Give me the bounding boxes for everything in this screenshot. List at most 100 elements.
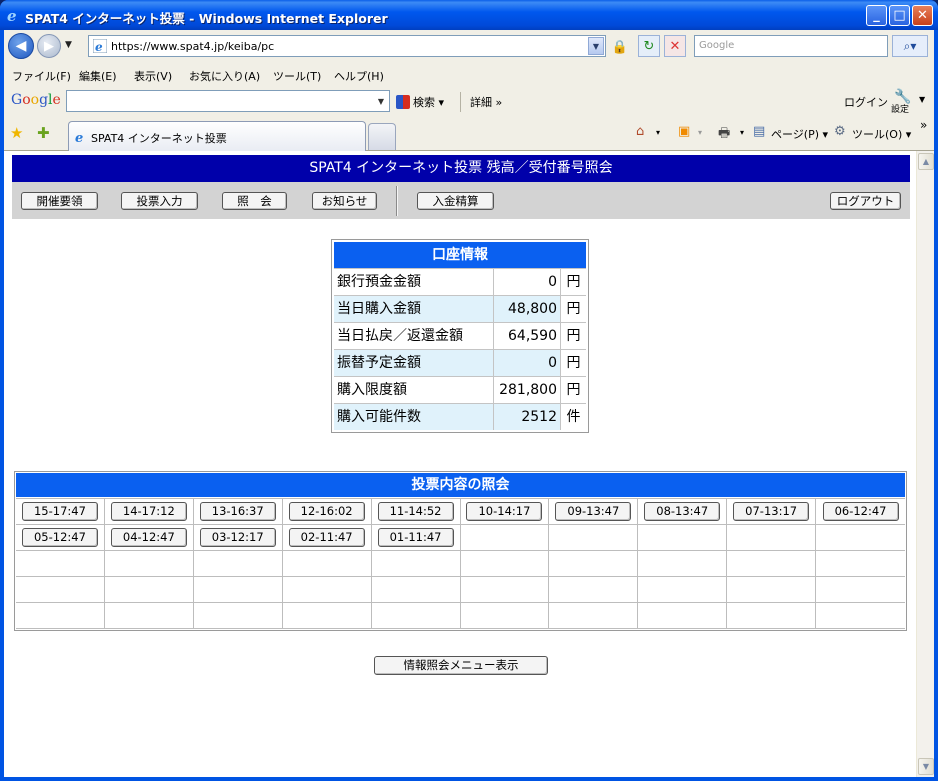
chevron-more-icon[interactable]: » [920,118,927,132]
guide-button[interactable]: 開催要領 [21,192,98,210]
feeds-icon[interactable]: ▣ [678,124,690,139]
receipt-cell [282,551,372,577]
receipt-cell [104,603,194,629]
account-row: 購入可能件数 2512 件 [334,403,586,430]
google-search-button[interactable]: 検索 ▾ [396,94,444,110]
stop-button[interactable]: ✕ [664,35,686,57]
svg-text:e: e [75,131,83,144]
inquiry-button[interactable]: 照 会 [222,192,287,210]
receipt-cell: 11-14:52 [371,499,461,525]
settings-dropdown-icon[interactable]: ▼ [919,95,925,104]
account-row-value: 2512 [494,404,561,430]
tools-gear-icon[interactable]: ⚙ [834,124,846,139]
info-menu-button[interactable]: 情報照会メニュー表示 [374,656,548,675]
google-login-link[interactable]: ログイン [844,94,888,110]
receipt-cell [460,525,550,551]
account-row-value: 281,800 [494,377,561,403]
print-dropdown-icon[interactable]: ▾ [740,128,744,137]
svg-text:e: e [7,7,17,23]
menu-favorites[interactable]: お気に入り(A) [189,68,260,84]
page-menu[interactable]: ページ(P) ▾ [771,126,828,142]
account-info-title: 口座情報 [334,242,586,268]
receipt-button[interactable]: 07-13:17 [733,502,810,521]
receipt-button[interactable]: 05-12:47 [21,528,98,547]
receipt-cell [104,551,194,577]
receipt-cell: 01-11:47 [371,525,461,551]
scroll-up-icon[interactable]: ▲ [918,153,934,170]
receipt-button[interactable]: 11-14:52 [377,502,454,521]
page-menu-icon[interactable]: ▤ [753,124,765,139]
tab-title: SPAT4 インターネット投票 [91,132,227,145]
receipt-button[interactable]: 01-11:47 [377,528,454,547]
google-toolbar: Google ▼ 検索 ▾ 詳細 » ログイン 🔧 設定 ▼ [4,86,934,116]
home-icon[interactable]: ⌂ [636,124,644,139]
receipt-cell [638,551,728,577]
scroll-down-icon[interactable]: ▼ [918,758,934,775]
google-search-input[interactable]: ▼ [66,90,390,112]
ie-logo-icon: e [7,7,17,23]
account-row-label: 購入限度額 [334,377,494,403]
google-dropdown-icon[interactable]: ▼ [374,92,388,110]
google-settings-label[interactable]: 設定 [891,102,909,115]
address-dropdown-icon[interactable]: ▼ [588,37,604,55]
receipt-button[interactable]: 12-16:02 [288,502,365,521]
menu-file[interactable]: ファイル(F) [12,68,71,84]
menu-edit[interactable]: 編集(E) [79,68,117,84]
account-row-label: 購入可能件数 [334,404,494,430]
window-frame-bottom [0,777,938,781]
history-dropdown-icon[interactable]: ▼ [65,40,72,50]
receipt-button[interactable]: 10-14:17 [466,502,543,521]
receipt-button[interactable]: 04-12:47 [110,528,187,547]
receipt-button[interactable]: 03-12:17 [199,528,276,547]
logout-button[interactable]: ログアウト [830,192,901,210]
tab-active[interactable]: e SPAT4 インターネット投票 [68,121,366,151]
tools-menu[interactable]: ツール(O) ▾ [852,126,911,142]
vertical-scrollbar[interactable]: ▲ ▼ [916,151,934,777]
receipt-cell: 12-16:02 [282,499,372,525]
search-button[interactable]: ⌕▾ [892,35,928,57]
receipt-cell [816,577,905,603]
receipt-cell [549,551,639,577]
home-dropdown-icon[interactable]: ▾ [656,128,660,137]
window-title: SPAT4 インターネット投票 - Windows Internet Explo… [25,11,388,26]
receipt-button[interactable]: 06-12:47 [822,502,899,521]
receipt-cell: 08-13:47 [638,499,728,525]
receipt-button[interactable]: 15-17:47 [21,502,98,521]
page-icon: e [93,39,107,53]
svg-text:e: e [95,40,103,53]
receipt-cell [193,577,283,603]
news-button[interactable]: お知らせ [312,192,377,210]
lock-icon[interactable]: 🔒 [610,37,630,57]
nav-divider [396,186,398,216]
vote-input-button[interactable]: 投票入力 [121,192,198,210]
receipt-button[interactable]: 08-13:47 [644,502,721,521]
receipt-cell: 10-14:17 [460,499,550,525]
forward-button[interactable]: ▶ [37,34,61,58]
deposit-settle-button[interactable]: 入金精算 [417,192,494,210]
minimize-button[interactable]: _ [866,5,887,26]
receipt-button[interactable]: 14-17:12 [110,502,187,521]
receipt-cell: 07-13:17 [727,499,817,525]
google-detail-button[interactable]: 詳細 » [470,94,502,110]
close-window-button[interactable]: ✕ [912,5,933,26]
receipt-button[interactable]: 13-16:37 [199,502,276,521]
menu-view[interactable]: 表示(V) [134,68,172,84]
receipt-cell: 04-12:47 [104,525,194,551]
receipt-cell [549,603,639,629]
refresh-button[interactable]: ↻ [638,35,660,57]
receipt-cell [460,603,550,629]
menu-tools[interactable]: ツール(T) [273,68,321,84]
receipt-cell [371,551,461,577]
menu-help[interactable]: ヘルプ(H) [334,68,384,84]
favorites-star-icon[interactable]: ★ [10,124,23,142]
receipt-button[interactable]: 02-11:47 [288,528,365,547]
receipt-button[interactable]: 09-13:47 [555,502,632,521]
back-button[interactable]: ◀ [8,33,34,59]
maximize-button[interactable]: □ [889,5,910,26]
address-bar[interactable]: e https://www.spat4.jp/keiba/pc ▼ [88,35,606,57]
search-input[interactable]: Google [694,35,888,57]
print-icon[interactable]: 🖶 [718,124,730,146]
new-tab-button[interactable] [368,123,396,150]
add-favorite-icon[interactable]: ✚ [37,124,50,142]
account-row-unit: 円 [566,355,581,371]
